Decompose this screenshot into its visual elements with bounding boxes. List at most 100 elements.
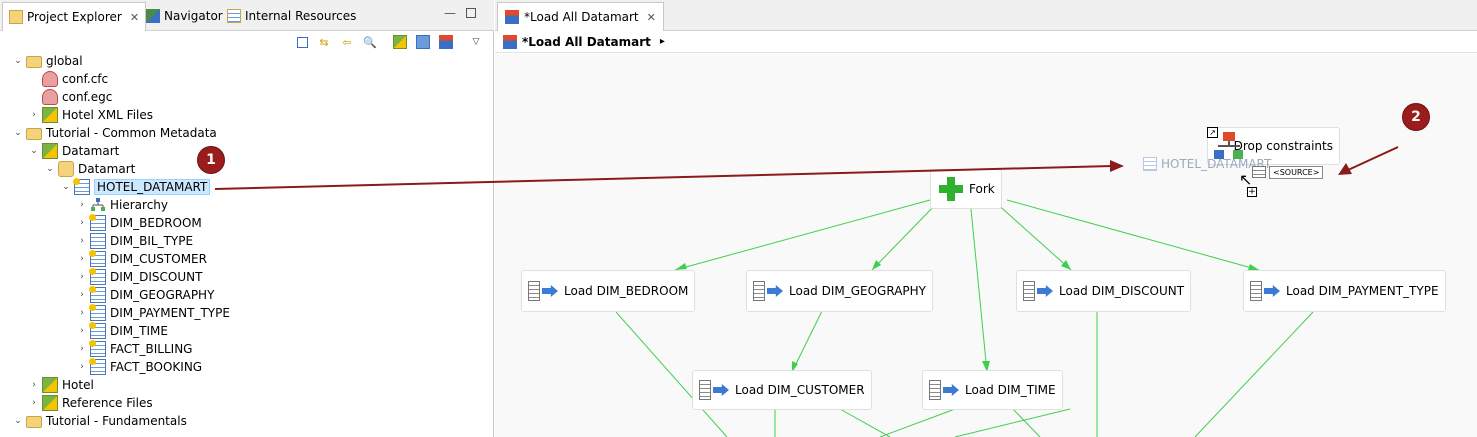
new-metadata-icon[interactable] — [392, 34, 408, 50]
load-icon — [1023, 277, 1055, 305]
table-icon — [90, 233, 106, 249]
tree-item-dim-bil-type[interactable]: › DIM_BIL_TYPE — [76, 232, 193, 250]
tab-load-all-datamart-label: *Load All Datamart — [524, 10, 639, 24]
app-window: Project Explorer ✕ Navigator Internal Re… — [0, 0, 1477, 437]
tree-item-label: Reference Files — [62, 396, 153, 410]
tree-item-label: Hierarchy — [110, 198, 169, 212]
folder-icon — [26, 416, 42, 428]
close-icon[interactable]: ✕ — [130, 11, 139, 24]
tree-item-tutorial-common-metadata[interactable]: ⌄ Tutorial - Common Metadata — [12, 124, 217, 142]
expand-icon[interactable]: › — [76, 235, 88, 247]
tree-item-reference-files[interactable]: › Reference Files — [28, 394, 153, 412]
expand-icon[interactable]: ⌄ — [28, 145, 40, 157]
expand-icon[interactable]: › — [76, 325, 88, 337]
metadata-icon — [42, 107, 58, 123]
back-icon[interactable]: ⇦ — [339, 34, 355, 50]
expand-icon[interactable]: ⌄ — [60, 181, 72, 193]
tree-item-fact-booking[interactable]: › FACT_BOOKING — [76, 358, 202, 376]
process-canvas[interactable]: Fork Drop constraints ↗ HOTEL_DATAMART <… — [495, 54, 1477, 437]
expand-icon[interactable]: › — [76, 289, 88, 301]
maximize-icon[interactable] — [466, 8, 476, 18]
node-load-dim-bedroom[interactable]: Load DIM_BEDROOM — [521, 270, 696, 312]
schema-icon — [1143, 157, 1157, 171]
metadata-icon — [42, 143, 58, 159]
breadcrumb-arrow-icon[interactable]: ▸ — [660, 36, 665, 47]
new-mapping-icon[interactable] — [415, 34, 431, 50]
source-tag: <SOURCE> — [1269, 166, 1324, 179]
load-icon — [1250, 277, 1282, 305]
tree-item-hotel-xml-files[interactable]: › Hotel XML Files — [28, 106, 153, 124]
tree-item-hotel-datamart[interactable]: ⌄ HOTEL_DATAMART — [60, 178, 211, 196]
tree-item-dim-discount[interactable]: › DIM_DISCOUNT — [76, 268, 202, 286]
expand-icon[interactable]: › — [76, 361, 88, 373]
tree-item-dim-time[interactable]: › DIM_TIME — [76, 322, 168, 340]
collapse-all-icon[interactable] — [294, 34, 310, 50]
config-file-icon — [42, 89, 58, 105]
minimize-icon[interactable]: — — [443, 6, 457, 20]
tree-item-dim-customer[interactable]: › DIM_CUSTOMER — [76, 250, 207, 268]
expand-icon[interactable]: › — [28, 379, 40, 391]
breadcrumb-label[interactable]: *Load All Datamart — [522, 35, 651, 49]
view-menu-icon[interactable]: ▽ — [468, 34, 484, 50]
tree-item-conf-egc[interactable]: conf.egc — [28, 88, 112, 106]
tree-item-label: global — [46, 54, 83, 68]
tree-item-hotel[interactable]: › Hotel — [28, 376, 94, 394]
expand-icon[interactable]: › — [76, 307, 88, 319]
search-icon[interactable]: 🔍 — [362, 34, 378, 50]
node-fork[interactable]: Fork — [930, 169, 1002, 209]
process-icon — [503, 34, 517, 49]
new-process-icon[interactable] — [438, 34, 454, 50]
schema-icon — [73, 178, 90, 195]
expand-icon[interactable]: ⌄ — [12, 55, 24, 67]
editor-tab-bar: *Load All Datamart ✕ — [495, 0, 1477, 31]
step-marker-2: 2 — [1402, 103, 1430, 131]
tab-project-explorer[interactable]: Project Explorer ✕ — [2, 2, 147, 31]
expand-icon[interactable]: ⌄ — [12, 415, 24, 427]
tree-item-hierarchy[interactable]: › Hierarchy — [76, 196, 168, 214]
tree-item-tutorial-fundamentals[interactable]: ⌄ Tutorial - Fundamentals — [12, 412, 187, 430]
expand-icon[interactable]: › — [76, 199, 88, 211]
node-load-dim-geography[interactable]: Load DIM_GEOGRAPHY — [746, 270, 934, 312]
tab-internal-resources[interactable]: Internal Resources — [221, 3, 362, 29]
expand-icon[interactable]: › — [76, 343, 88, 355]
tree-item-dim-geography[interactable]: › DIM_GEOGRAPHY — [76, 286, 214, 304]
table-icon — [89, 214, 106, 231]
table-icon — [89, 322, 106, 339]
node-load-dim-payment-type[interactable]: Load DIM_PAYMENT_TYPE — [1243, 270, 1446, 312]
expand-icon[interactable]: › — [76, 217, 88, 229]
node-load-dim-customer[interactable]: Load DIM_CUSTOMER — [692, 370, 872, 410]
tree-item-dim-bedroom[interactable]: › DIM_BEDROOM — [76, 214, 202, 232]
expand-icon[interactable]: › — [28, 109, 40, 121]
tab-navigator-label: Navigator — [164, 9, 223, 23]
tree-item-global[interactable]: ⌄ global — [12, 52, 83, 70]
tree-item-dim-payment-type[interactable]: › DIM_PAYMENT_TYPE — [76, 304, 230, 322]
expand-icon[interactable]: › — [76, 253, 88, 265]
tree-item-label: conf.egc — [62, 90, 113, 104]
tree-item-datamart[interactable]: ⌄ Datamart — [28, 142, 119, 160]
close-icon[interactable]: ✕ — [647, 11, 656, 24]
tree-item-label: DIM_BEDROOM — [110, 216, 202, 230]
link-with-editor-icon[interactable]: ⇆ — [316, 34, 332, 50]
expand-icon[interactable]: › — [76, 271, 88, 283]
tab-load-all-datamart[interactable]: *Load All Datamart ✕ — [497, 2, 664, 31]
tree-item-label: HOTEL_DATAMART — [94, 179, 211, 195]
tab-navigator[interactable]: Navigator — [140, 3, 229, 29]
table-icon — [89, 286, 106, 303]
tree-item-datamart-db[interactable]: ⌄ Datamart — [44, 160, 135, 178]
hierarchy-icon — [90, 197, 106, 213]
process-icon — [505, 10, 519, 24]
expand-icon[interactable]: ⌄ — [12, 127, 24, 139]
tree-item-label: DIM_PAYMENT_TYPE — [110, 306, 230, 320]
tree-item-fact-billing[interactable]: › FACT_BILLING — [76, 340, 192, 358]
tree-item-label: DIM_DISCOUNT — [110, 270, 203, 284]
node-load-dim-time[interactable]: Load DIM_TIME — [922, 370, 1063, 410]
tree-item-label: DIM_GEOGRAPHY — [110, 288, 215, 302]
expand-icon[interactable]: ⌄ — [44, 163, 56, 175]
tree-item-conf-cfc[interactable]: conf.cfc — [28, 70, 108, 88]
expand-icon[interactable]: › — [28, 397, 40, 409]
node-load-dim-discount[interactable]: Load DIM_DISCOUNT — [1016, 270, 1192, 312]
tree-item-label: Datamart — [78, 162, 136, 176]
internal-resources-icon — [227, 9, 241, 23]
node-load-dim-time-label: Load DIM_TIME — [965, 383, 1056, 397]
process-editor-panel: *Load All Datamart ✕ *Load All Datamart … — [495, 0, 1477, 437]
